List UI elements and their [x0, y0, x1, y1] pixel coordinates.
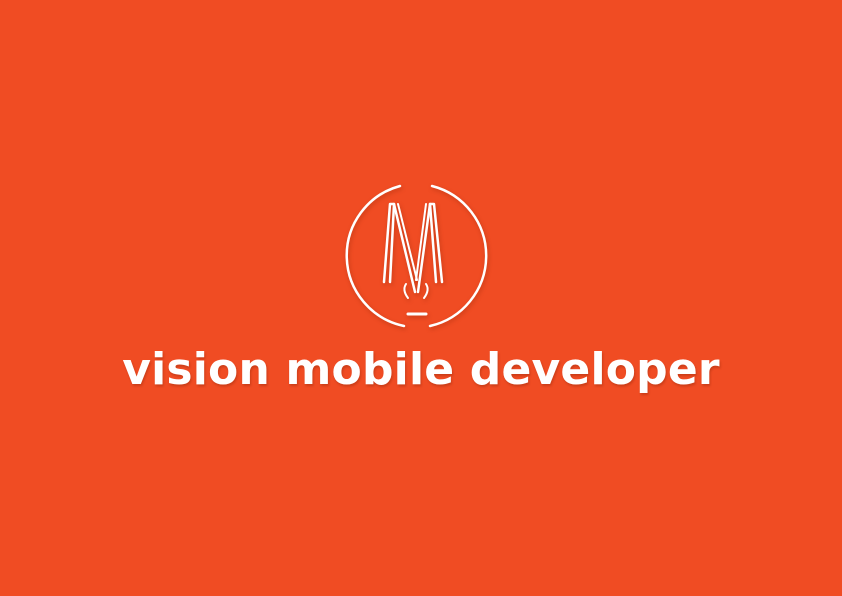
- brand-name: vision mobile developer: [122, 344, 720, 395]
- brand-canvas: vision mobile developer: [0, 0, 842, 596]
- vm-monogram-circle-icon: [345, 184, 488, 328]
